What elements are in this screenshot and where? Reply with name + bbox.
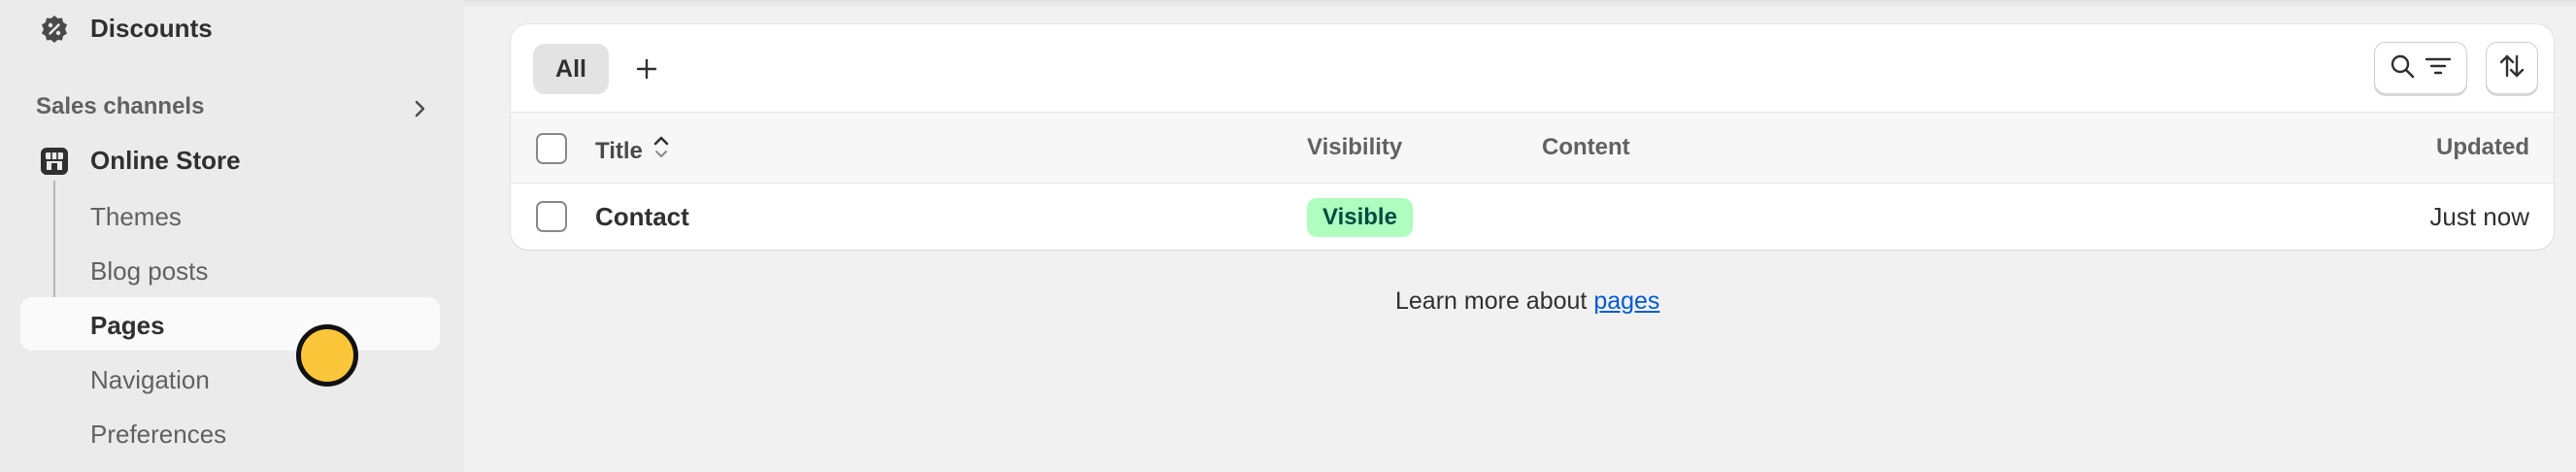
- sidebar-item-online-store[interactable]: Online Store: [0, 140, 464, 183]
- sort-icon: [2497, 51, 2526, 85]
- table-header: Title Visibility Content Updated: [511, 112, 2554, 184]
- column-header-updated: Updated: [2436, 134, 2529, 160]
- column-header-title[interactable]: Title: [595, 134, 670, 168]
- table-toolbar: All: [511, 24, 2554, 112]
- cursor-indicator: [296, 324, 358, 387]
- sidebar-item-blog-posts[interactable]: Blog posts: [90, 256, 208, 287]
- select-all-checkbox[interactable]: [536, 133, 567, 164]
- top-scroll-shadow: [464, 0, 2576, 8]
- row-checkbox[interactable]: [536, 201, 567, 232]
- sidebar-item-label: Online Store: [90, 146, 241, 175]
- chevron-right-icon[interactable]: [406, 95, 433, 122]
- search-filter-button[interactable]: [2374, 42, 2467, 94]
- sort-toggle-icon: [652, 134, 670, 168]
- sidebar-item-themes[interactable]: Themes: [90, 202, 182, 232]
- sidebar-item-pages[interactable]: Pages: [90, 311, 165, 341]
- row-updated: Just now: [2429, 202, 2529, 231]
- sidebar: Discounts Sales channels Online Store Th: [0, 0, 464, 472]
- sort-button[interactable]: [2486, 42, 2538, 94]
- column-header-content: Content: [1542, 134, 1630, 160]
- tab-all[interactable]: All: [533, 44, 609, 94]
- active-item-highlight: [20, 297, 440, 351]
- table-row[interactable]: Contact Visible Just now: [511, 184, 2554, 250]
- filter-icon: [2424, 52, 2453, 84]
- column-header-label: Title: [595, 137, 643, 164]
- search-icon: [2389, 52, 2416, 84]
- section-header-sales-channels: Sales channels: [36, 93, 205, 119]
- column-header-visibility: Visibility: [1307, 134, 1403, 160]
- sidebar-item-preferences[interactable]: Preferences: [90, 420, 226, 450]
- sidebar-item-discounts[interactable]: Discounts: [0, 8, 464, 51]
- pages-table-card: All Title Visibility Content Updated Con…: [511, 24, 2554, 250]
- sidebar-item-navigation[interactable]: Navigation: [90, 365, 210, 395]
- pages-help-link[interactable]: pages: [1593, 287, 1659, 315]
- learn-more-label: Learn more about: [1395, 287, 1588, 315]
- store-icon: [37, 144, 72, 179]
- plus-icon[interactable]: [625, 48, 668, 90]
- status-badge: Visible: [1307, 198, 1413, 237]
- sidebar-item-label: Discounts: [90, 14, 213, 43]
- discount-icon: [37, 12, 72, 47]
- learn-more-text: Learn more about pages: [1395, 287, 1659, 316]
- row-title[interactable]: Contact: [595, 202, 689, 232]
